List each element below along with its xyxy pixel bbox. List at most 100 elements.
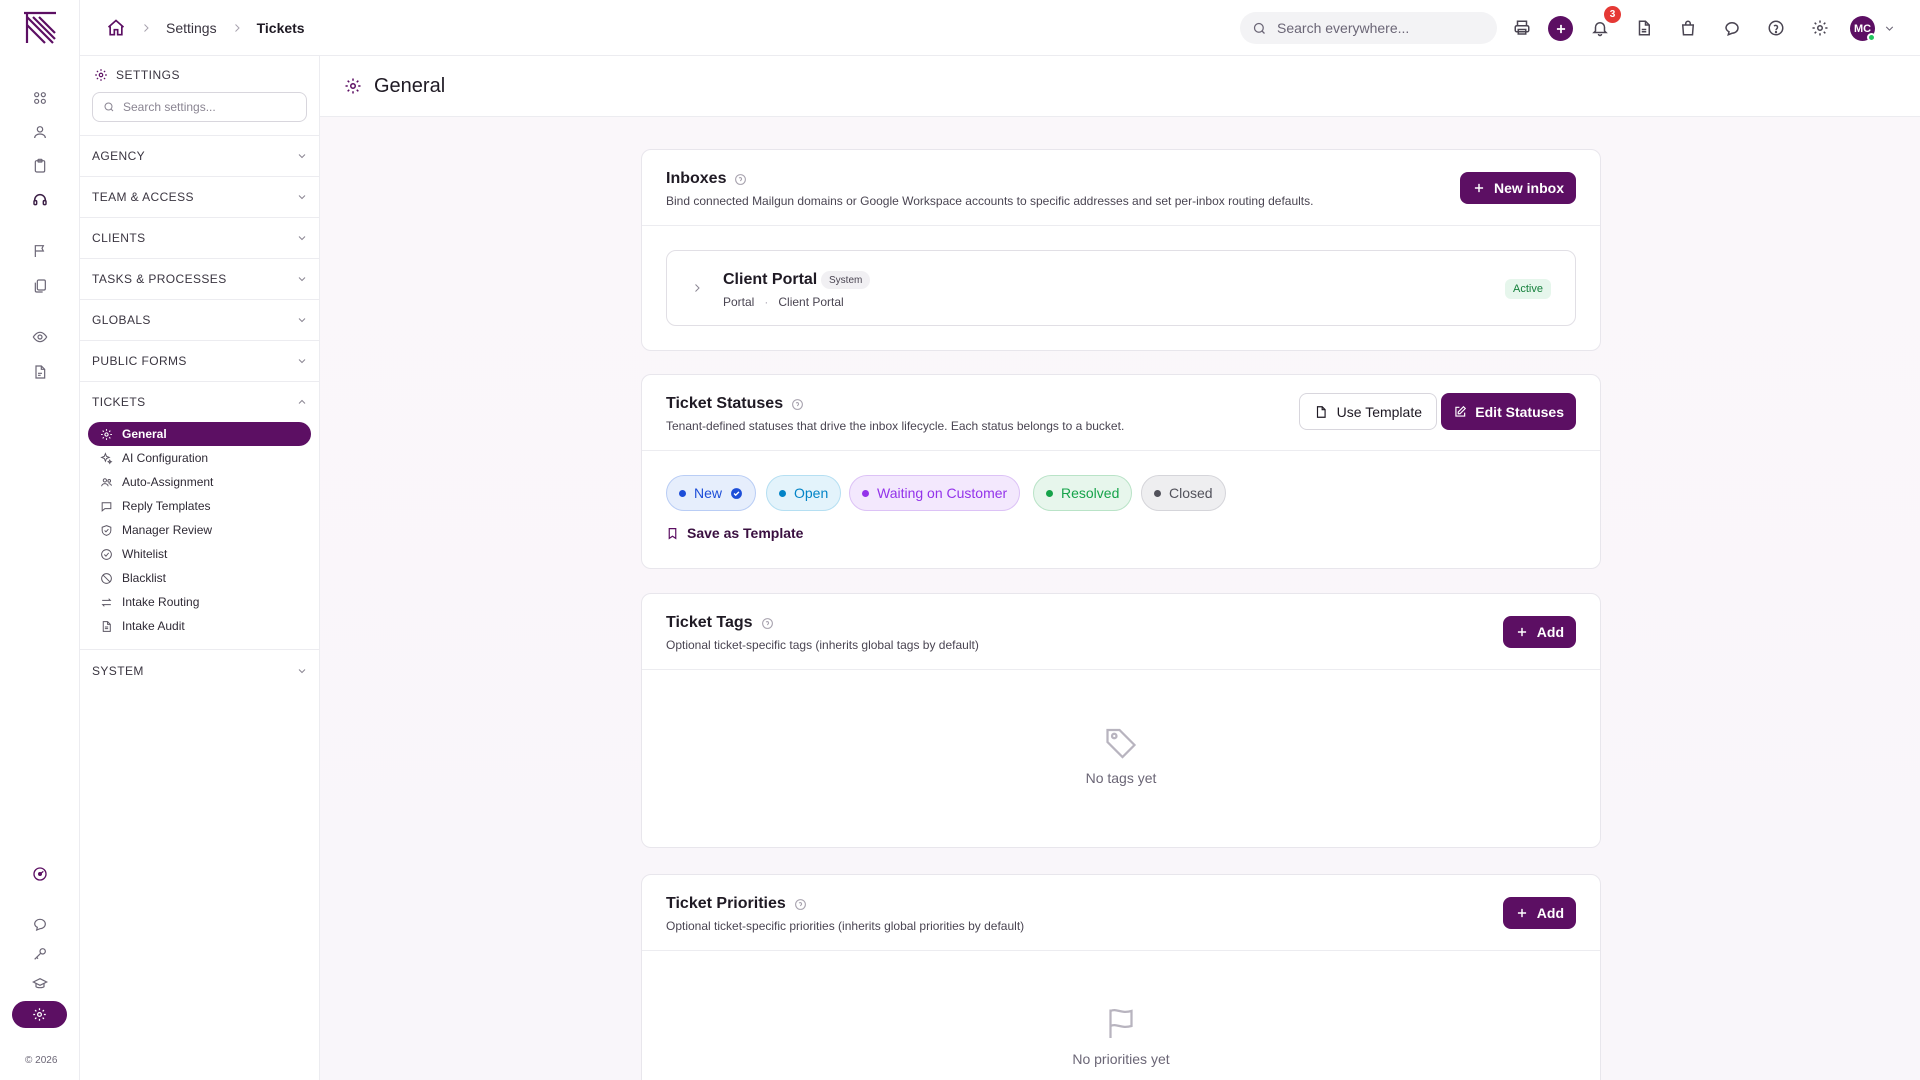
home-icon[interactable] (106, 18, 126, 38)
speedometer-icon[interactable] (30, 864, 50, 884)
meta-separator: · (764, 295, 769, 309)
section-clients[interactable]: CLIENTS (80, 217, 320, 257)
sidebar-item-manager-review[interactable]: Manager Review (88, 518, 311, 542)
section-team-access[interactable]: TEAM & ACCESS (80, 176, 320, 216)
breadcrumb-tickets: Tickets (256, 20, 305, 36)
sidebar-item-intake-routing[interactable]: Intake Routing (88, 590, 311, 614)
eye-icon[interactable] (30, 327, 50, 347)
section-system[interactable]: SYSTEM (80, 649, 320, 691)
status-pill-closed[interactable]: Closed (1141, 475, 1226, 511)
add-tag-button[interactable]: Add (1502, 616, 1576, 648)
sidebar-item-whitelist[interactable]: Whitelist (88, 542, 311, 566)
document-icon[interactable] (1632, 16, 1656, 40)
search-icon (1253, 22, 1265, 34)
quick-add-button[interactable] (1548, 16, 1573, 41)
chat-bubble-icon[interactable] (1720, 16, 1744, 40)
gear-icon (345, 78, 361, 94)
tags-card-header: Ticket Tags Optional ticket-specific tag… (642, 594, 1600, 670)
status-pill-new[interactable]: New (666, 475, 757, 511)
chat-icon[interactable] (30, 914, 50, 934)
status-label: New (694, 485, 723, 501)
sidebar-item-intake-audit[interactable]: Intake Audit (88, 614, 311, 638)
new-inbox-button[interactable]: New inbox (1459, 172, 1576, 204)
message-icon (101, 501, 112, 512)
flag-icon[interactable] (30, 241, 50, 261)
sidebar-item-general[interactable]: General (88, 422, 311, 446)
sidebar-item-auto-assignment[interactable]: Auto-Assignment (88, 470, 311, 494)
settings-search-input[interactable] (123, 100, 293, 114)
settings-rail-button[interactable] (12, 1001, 67, 1028)
sidebar-item-blacklist[interactable]: Blacklist (88, 566, 311, 590)
sidebar-item-reply-templates[interactable]: Reply Templates (88, 494, 311, 518)
help-icon[interactable] (761, 617, 774, 630)
printer-icon[interactable] (1510, 16, 1534, 40)
clipboard-icon[interactable] (30, 156, 50, 176)
inboxes-card: Inboxes Bind connected Mailgun domains o… (641, 149, 1601, 351)
plus-icon (1474, 183, 1484, 193)
global-search-input[interactable] (1277, 20, 1477, 36)
add-tag-label: Add (1536, 624, 1564, 640)
status-dot (679, 489, 686, 497)
section-tickets[interactable]: TICKETS (80, 381, 320, 421)
plus-icon (1517, 908, 1526, 918)
help-icon[interactable] (794, 898, 807, 911)
ban-icon (101, 572, 112, 584)
plus-icon (1517, 627, 1526, 637)
breadcrumb-settings[interactable]: Settings (166, 20, 217, 36)
section-agency[interactable]: AGENCY (80, 135, 320, 175)
sidebar-item-ai-configuration[interactable]: AI Configuration (88, 446, 311, 470)
chevron-right-icon[interactable] (691, 282, 703, 294)
status-pill-waiting-on-customer[interactable]: Waiting on Customer (849, 475, 1021, 511)
users-icon (101, 477, 112, 486)
status-label: Resolved (1061, 485, 1120, 501)
arrows-icon (101, 597, 112, 607)
shield-check-icon (101, 524, 112, 536)
save-as-template-button[interactable]: Save as Template (666, 525, 803, 541)
document-icon (1316, 405, 1326, 418)
global-search[interactable] (1240, 12, 1497, 44)
settings-search[interactable] (92, 92, 307, 122)
app-rail: © 2026 (0, 0, 80, 1080)
status-pill-resolved[interactable]: Resolved (1033, 475, 1133, 511)
headset-icon[interactable] (30, 190, 50, 210)
copyright: © 2026 (25, 1055, 58, 1066)
status-pill-open[interactable]: Open (766, 475, 842, 511)
chevron-down-icon[interactable] (1883, 22, 1896, 35)
page-header: General (320, 56, 1920, 117)
help-icon[interactable] (791, 398, 804, 411)
section-label: GLOBALS (92, 312, 151, 327)
file-icon[interactable] (30, 362, 50, 382)
help-icon[interactable] (1764, 16, 1788, 40)
shopping-bag-icon[interactable] (1676, 16, 1700, 40)
inboxes-title-text: Inboxes (666, 170, 727, 187)
sidebar-item-label: General (122, 427, 167, 441)
user-icon[interactable] (30, 122, 50, 142)
page-title: General (374, 74, 446, 97)
add-priority-button[interactable]: Add (1502, 897, 1576, 929)
edit-statuses-button[interactable]: Edit Statuses (1441, 393, 1576, 430)
ticket-statuses-card: Ticket Statuses Tenant-defined statuses … (641, 374, 1601, 569)
inboxes-title: Inboxes (666, 170, 747, 188)
section-globals[interactable]: GLOBALS (80, 299, 320, 339)
gear-icon[interactable] (1808, 16, 1832, 40)
statuses-title: Ticket Statuses (666, 395, 804, 413)
section-public-forms[interactable]: PUBLIC FORMS (80, 340, 320, 380)
dashboard-icon[interactable] (30, 88, 50, 108)
help-icon[interactable] (734, 173, 747, 186)
inbox-row[interactable]: Client Portal System Portal · Client Por… (666, 250, 1576, 326)
section-label: TICKETS (92, 394, 146, 409)
priorities-description: Optional ticket-specific priorities (inh… (666, 919, 1025, 933)
documents-icon[interactable] (30, 276, 50, 296)
tags-empty-state: No tags yet (642, 724, 1600, 786)
section-label: SYSTEM (92, 663, 144, 678)
status-label: Waiting on Customer (877, 485, 1008, 501)
graduation-cap-icon[interactable] (30, 974, 50, 994)
use-template-button[interactable]: Use Template (1298, 393, 1437, 430)
key-icon[interactable] (30, 944, 50, 964)
chevron-down-icon (298, 317, 306, 322)
section-tasks-processes[interactable]: TASKS & PROCESSES (80, 258, 320, 298)
app-logo-icon[interactable] (22, 10, 58, 46)
top-bar: Settings Tickets 3 MC (80, 0, 1920, 56)
inbox-meta-type: Portal (723, 295, 755, 309)
status-dot (779, 489, 786, 497)
